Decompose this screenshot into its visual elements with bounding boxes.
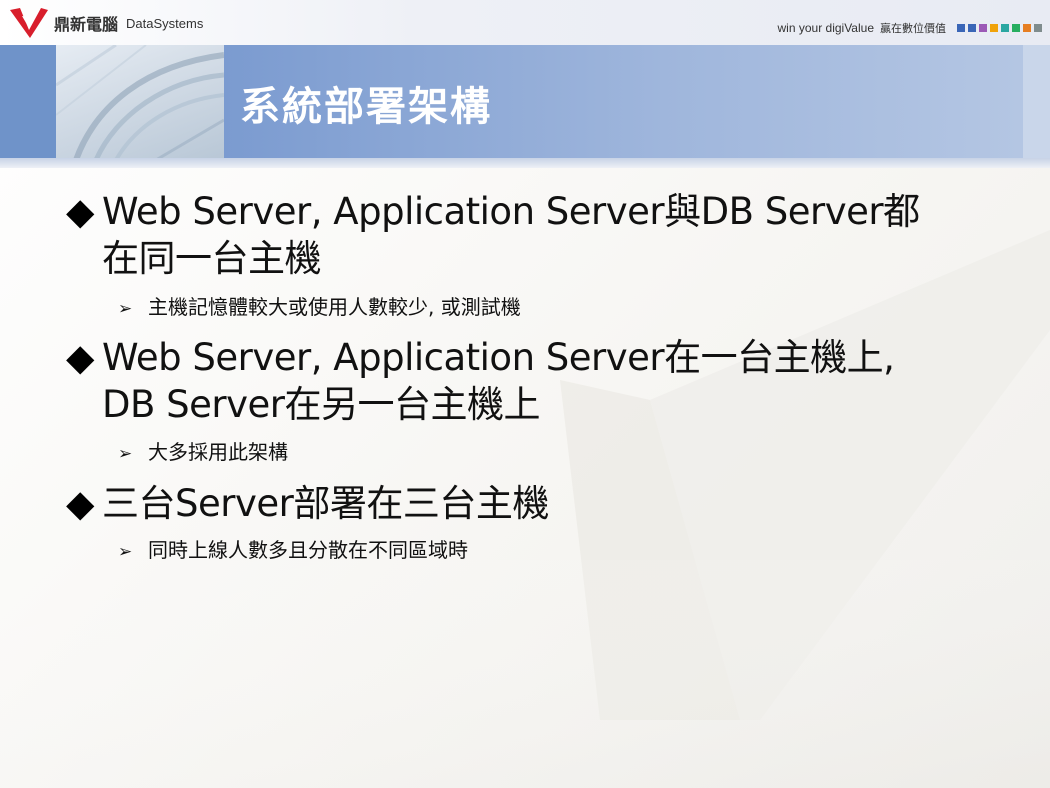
title-band-end (1023, 45, 1050, 160)
bullet-2: ◆ Web Server, Application Server在一台主機上, D… (66, 334, 895, 428)
bullet-3: ◆ 三台Server部署在三台主機 (66, 480, 549, 527)
sub-bullet-3-text: 同時上線人數多且分散在不同區域時 (148, 538, 468, 562)
logo-english-name: DataSystems (126, 15, 204, 31)
color-square (1012, 24, 1020, 32)
slide-title: 系統部署架構 (240, 84, 492, 130)
company-logo[interactable]: 鼎新電腦 DataSystems (8, 6, 203, 40)
bullet-3-line1: 三台Server部署在三台主機 (102, 482, 549, 525)
color-square (957, 24, 965, 32)
bullet-2-line1: Web Server, Application Server在一台主機上, (102, 336, 895, 379)
sub-bullet-2: ➢ 大多採用此架構 (118, 439, 288, 467)
slogan: win your digiValue 贏在數位價值 (777, 20, 1042, 36)
diamond-bullet-icon: ◆ (66, 336, 94, 379)
diamond-bullet-icon: ◆ (66, 190, 94, 233)
bullet-1-line2: 在同一台主機 (102, 237, 321, 280)
bullet-1: ◆ Web Server, Application Server與DB Serve… (66, 188, 920, 282)
slogan-chinese: 贏在數位價值 (880, 22, 946, 35)
title-accent-block (0, 45, 56, 160)
color-square (1023, 24, 1031, 32)
color-square (1034, 24, 1042, 32)
sub-bullet-1: ➢ 主機記憶體較大或使用人數較少, 或測試機 (118, 294, 521, 322)
arrow-bullet-icon: ➢ (118, 542, 133, 562)
bullet-1-line1: Web Server, Application Server與DB Server… (102, 190, 920, 233)
color-square (990, 24, 998, 32)
color-square (968, 24, 976, 32)
diamond-bullet-icon: ◆ (66, 482, 94, 525)
logo-v-mark-icon (10, 8, 48, 38)
sub-bullet-2-text: 大多採用此架構 (148, 440, 288, 464)
bullet-2-line2: DB Server在另一台主機上 (102, 383, 540, 426)
arrow-bullet-icon: ➢ (118, 299, 133, 319)
sub-bullet-3: ➢ 同時上線人數多且分散在不同區域時 (118, 537, 468, 565)
arrow-bullet-icon: ➢ (118, 444, 133, 464)
title-divider (0, 158, 1050, 168)
logo-chinese-name: 鼎新電腦 (54, 15, 119, 34)
staircase-photo (56, 45, 224, 160)
sub-bullet-1-text: 主機記憶體較大或使用人數較少, 或測試機 (148, 295, 521, 319)
staircase-image (56, 45, 224, 160)
color-square (979, 24, 987, 32)
color-square (1001, 24, 1009, 32)
slogan-english: win your digiValue (777, 21, 875, 35)
color-squares (954, 24, 1042, 32)
